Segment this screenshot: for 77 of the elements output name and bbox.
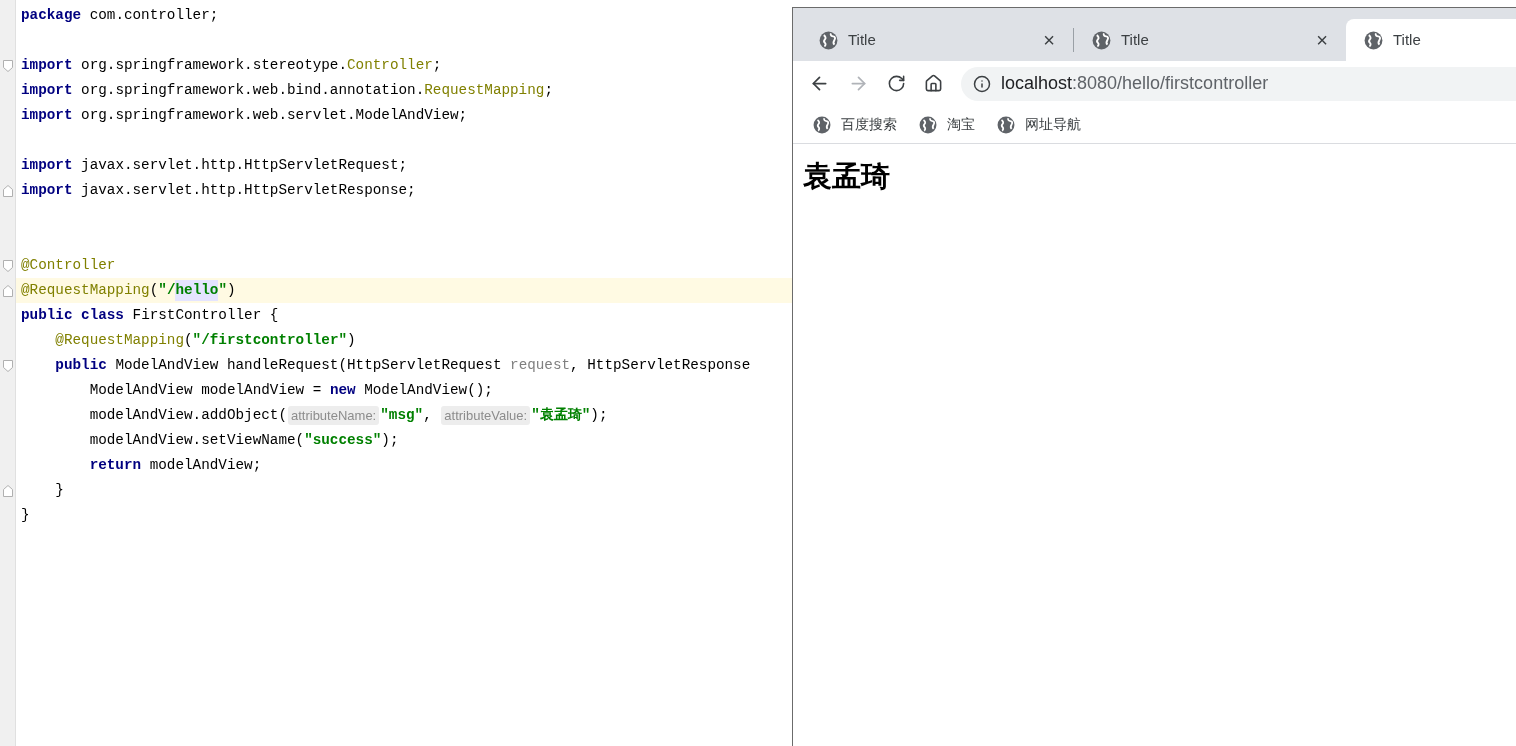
parameter-hint: attributeName: — [287, 405, 380, 426]
code-token: @RequestMapping — [21, 280, 150, 300]
tab-title: Title — [848, 29, 877, 50]
code-token: import — [21, 180, 73, 200]
code-token: ( — [184, 330, 193, 350]
code-token: @Controller — [21, 255, 116, 275]
browser-tab[interactable]: Title — [1346, 19, 1516, 61]
code-token: org.springframework.web.bind.annotation. — [80, 80, 425, 100]
code-token: ModelAndView modelAndView = — [88, 380, 323, 400]
code-token: org.springframework.stereotype. — [80, 55, 348, 75]
code-token: "袁孟琦" — [531, 405, 591, 425]
code-token: "/firstcontroller" — [192, 330, 348, 350]
code-token: package — [21, 5, 82, 25]
code-token: RequestMapping — [424, 80, 545, 100]
tab-title: Title — [1121, 29, 1150, 50]
globe-icon — [997, 115, 1015, 134]
code-token: "success" — [304, 430, 382, 450]
code-token: ; — [432, 55, 442, 75]
address-bar[interactable]: localhost:8080/hello/firstcontroller — [961, 66, 1516, 101]
url-text: localhost:8080/hello/firstcontroller — [1001, 72, 1269, 95]
code-token: javax.servlet.http.HttpServletResponse; — [80, 180, 416, 200]
fold-marker-icon[interactable] — [2, 184, 13, 197]
reload-icon[interactable] — [887, 74, 906, 93]
page-heading: 袁孟琦 — [803, 159, 891, 194]
globe-icon — [813, 115, 831, 134]
code-token: request — [510, 355, 571, 375]
bookmark[interactable]: 网址导航 — [997, 114, 1081, 135]
code-token: modelAndView.setViewName( — [88, 430, 305, 450]
code-token: ( — [149, 280, 159, 300]
code-token: import — [21, 155, 73, 175]
code-token: public — [54, 355, 107, 375]
fold-marker-icon[interactable] — [2, 284, 13, 297]
code-token: ) — [226, 280, 236, 300]
code-token: javax.servlet.http.HttpServletRequest; — [80, 155, 408, 175]
close-tab-button[interactable]: × — [1316, 30, 1328, 50]
code-token: ModelAndView(); — [363, 380, 493, 400]
code-token: ModelAndView handleRequest(HttpServletRequest — [114, 355, 503, 375]
code-token: ; — [544, 80, 553, 100]
code-token: org.springframework.web.servlet.ModelAndView; — [80, 105, 468, 125]
bookmark[interactable]: 淘宝 — [919, 114, 975, 135]
code-token: modelAndView; — [148, 455, 262, 475]
code-token: ); — [590, 405, 608, 425]
close-tab-button[interactable]: × — [1043, 30, 1055, 50]
code-token: "msg" — [380, 405, 424, 425]
code-token: new — [329, 380, 356, 400]
globe-icon — [819, 30, 838, 50]
code-token: " — [218, 280, 227, 300]
code-token: "/ — [158, 280, 176, 300]
code-token: } — [21, 505, 30, 525]
globe-icon — [1364, 30, 1383, 50]
fold-marker-icon[interactable] — [2, 259, 13, 272]
bookmark[interactable]: 百度搜索 — [813, 114, 897, 135]
code-token: } — [54, 480, 64, 500]
code-token: com.controller; — [88, 5, 219, 25]
code-token: import — [21, 80, 73, 100]
fold-marker-icon[interactable] — [2, 59, 13, 72]
code-token: return — [88, 455, 142, 475]
fold-marker-icon[interactable] — [2, 484, 13, 497]
globe-icon — [919, 115, 937, 134]
code-token: Controller — [347, 55, 433, 75]
info-icon[interactable] — [973, 74, 991, 93]
code-token: public class — [21, 305, 124, 325]
code-token: import — [21, 55, 73, 75]
code-token: FirstController { — [131, 305, 279, 325]
code-token: ) — [347, 330, 356, 350]
parameter-hint: attributeValue: — [441, 405, 531, 426]
code-token: ); — [381, 430, 399, 450]
fold-marker-icon[interactable] — [2, 359, 13, 372]
home-icon[interactable] — [924, 74, 943, 93]
code-token: hello — [175, 279, 219, 302]
code-token: import — [21, 105, 73, 125]
code-token: , — [423, 405, 433, 425]
code-token: @RequestMapping — [54, 330, 184, 350]
tab-title: Title — [1393, 29, 1422, 50]
code-token: , HttpServletResponse — [570, 355, 751, 375]
code-token: modelAndView.addObject( — [88, 405, 287, 425]
globe-icon — [1092, 30, 1111, 50]
